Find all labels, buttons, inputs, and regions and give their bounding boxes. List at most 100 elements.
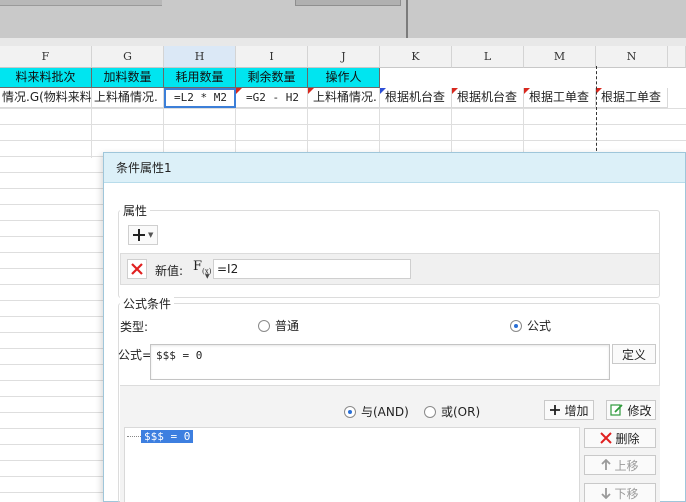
page-break-line (596, 66, 597, 156)
column-header-f[interactable]: F (0, 46, 92, 68)
column-header-g[interactable]: G (92, 46, 164, 68)
comment-marker (524, 88, 530, 94)
formula-input[interactable]: $$$ = 0 (150, 344, 610, 380)
move-up-button[interactable]: 上移 (584, 455, 656, 475)
fx-text: F (193, 259, 203, 274)
delete-condition-button[interactable]: 删除 (584, 428, 656, 448)
cell-f1[interactable]: 料来料批次 (0, 68, 92, 88)
fx-dropdown-caret-icon[interactable]: ▼ (205, 273, 210, 280)
cell-g1[interactable]: 加料数量 (92, 68, 164, 88)
cell-g2-text: 上料桶情况. (94, 90, 158, 104)
grid-line (451, 108, 452, 158)
cell-n2[interactable]: 根据工单查 (596, 88, 668, 108)
modify-condition-label: 修改 (627, 403, 652, 418)
radio-normal[interactable]: 普通 (258, 317, 299, 334)
define-button[interactable]: 定义 (612, 344, 656, 364)
condition-list[interactable]: $$$ = 0 (124, 427, 580, 502)
radio-normal-indicator (258, 319, 270, 332)
move-up-label: 上移 (614, 458, 639, 473)
close-icon (600, 432, 613, 444)
comment-marker (452, 88, 458, 94)
radio-formula-label: 公式 (527, 319, 552, 333)
condition-attribute-dialog: 条件属性1 属性 ▼ 新值: F(x) ▼ =I2 公式条件 类型: 普通 公式 (103, 152, 686, 502)
plus-icon (133, 229, 145, 241)
formula-label: 公式= (118, 348, 153, 362)
plus-icon (550, 405, 561, 415)
cell-m2-text: 根据工单查 (529, 90, 590, 104)
dropdown-caret-icon: ▼ (148, 231, 154, 239)
column-header-n[interactable]: N (596, 46, 668, 68)
cell-j2[interactable]: 上料桶情况. (308, 88, 380, 108)
formula-condition-group-label: 公式条件 (120, 295, 175, 312)
toolbar (0, 0, 686, 46)
column-header-i[interactable]: I (236, 46, 308, 68)
comment-marker (236, 88, 242, 94)
type-label: 类型: (120, 320, 149, 334)
radio-normal-label: 普通 (275, 319, 300, 333)
cell-h2[interactable]: =L2 * M2 (164, 88, 236, 108)
arrow-down-icon (601, 488, 612, 499)
column-header-h[interactable]: H (164, 46, 236, 68)
radio-and[interactable]: 与(AND) (344, 403, 409, 420)
arrow-up-icon (601, 459, 612, 470)
cell-g2[interactable]: 上料桶情况. (92, 88, 164, 108)
cell-h1[interactable]: 耗用数量 (164, 68, 236, 88)
radio-and-label: 与(AND) (361, 405, 409, 419)
column-header-j[interactable]: J (308, 46, 380, 68)
radio-or-label: 或(OR) (441, 405, 481, 419)
edit-icon (610, 404, 624, 416)
add-attribute-button[interactable]: ▼ (128, 225, 158, 245)
column-header-l[interactable]: L (452, 46, 524, 68)
comment-marker (380, 88, 386, 94)
condition-list-item[interactable]: $$$ = 0 (141, 430, 194, 443)
cell-j1[interactable]: 操作人 (308, 68, 380, 88)
grid-line (523, 108, 524, 158)
grid-line (91, 108, 92, 158)
new-value-label: 新值: (155, 264, 184, 278)
move-down-button[interactable]: 下移 (584, 483, 656, 502)
cell-i2-text: =G2 - H2 (246, 91, 299, 104)
column-header-extra[interactable] (668, 46, 686, 68)
dialog-title[interactable]: 条件属性1 (104, 153, 685, 183)
modify-condition-button[interactable]: 修改 (606, 400, 656, 420)
add-condition-label: 增加 (564, 403, 589, 418)
toolbar-left-segment[interactable] (0, 0, 162, 6)
move-down-label: 下移 (614, 486, 639, 501)
grid-line (235, 108, 236, 158)
column-header-k[interactable]: K (380, 46, 452, 68)
radio-or-indicator (424, 405, 436, 418)
grid-line (307, 108, 308, 158)
cell-j2-text: 上料桶情况. (313, 90, 377, 104)
comment-marker (308, 88, 314, 94)
grid-line (163, 108, 164, 158)
tree-connector (127, 436, 141, 437)
delete-condition-label: 删除 (615, 431, 640, 446)
add-condition-button[interactable]: 增加 (544, 400, 594, 420)
spreadsheet-window: F G H I J K L M N 料来料批次 加料数量 耗用数量 剩余数量 操… (0, 0, 686, 502)
cell-l2-text: 根据机台查 (457, 90, 518, 104)
cell-k2-text: 根据机台查 (385, 90, 446, 104)
cell-n2-text: 根据工单查 (601, 90, 662, 104)
cell-f2-text: 情况.G(物料来料 (2, 90, 92, 104)
radio-formula-indicator (510, 319, 522, 332)
close-icon (131, 263, 143, 275)
cell-m2[interactable]: 根据工单查 (524, 88, 596, 108)
remove-attribute-button[interactable] (127, 259, 147, 279)
toolbar-button[interactable] (295, 0, 401, 6)
attribute-group-label: 属性 (120, 202, 151, 219)
cell-i1[interactable]: 剩余数量 (236, 68, 308, 88)
toolbar-separator (406, 0, 408, 38)
new-value-row: 新值: F(x) ▼ =I2 (120, 253, 660, 285)
cell-h2-text: =L2 * M2 (174, 91, 227, 104)
cell-l2[interactable]: 根据机台查 (452, 88, 524, 108)
radio-or[interactable]: 或(OR) (424, 403, 480, 420)
grid-line (379, 108, 380, 158)
toolbar-bottom-strip (0, 38, 686, 46)
new-value-input[interactable]: =I2 (213, 259, 411, 279)
radio-formula[interactable]: 公式 (510, 317, 551, 334)
radio-and-indicator (344, 405, 356, 418)
cell-k2[interactable]: 根据机台查 (380, 88, 452, 108)
cell-f2[interactable]: 情况.G(物料来料 (0, 88, 92, 108)
cell-i2[interactable]: =G2 - H2 (236, 88, 308, 108)
column-header-m[interactable]: M (524, 46, 596, 68)
